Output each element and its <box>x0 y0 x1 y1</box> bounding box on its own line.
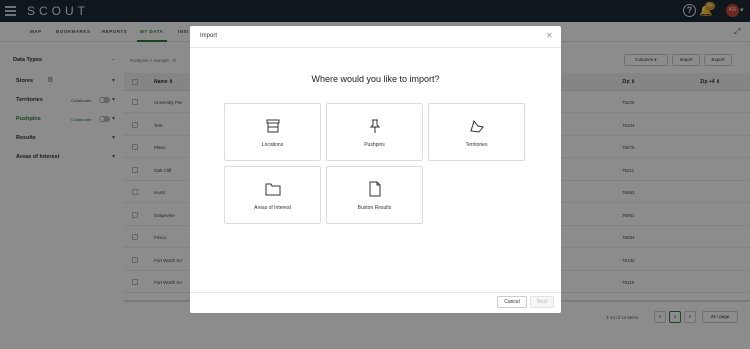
close-icon[interactable]: ✕ <box>546 31 553 40</box>
folder-icon <box>265 183 281 196</box>
modal-title: Import <box>200 33 218 39</box>
import-option-buxton-results[interactable]: Buxton Results <box>326 166 423 224</box>
import-option-areas-of-interest[interactable]: Areas of Interest <box>224 166 321 224</box>
pushpin-icon <box>369 119 381 133</box>
option-label: Pushpins <box>364 142 385 148</box>
option-label: Locations <box>261 142 284 148</box>
import-question: Where would you like to import? <box>311 74 440 84</box>
next-button[interactable]: Next <box>530 296 554 308</box>
import-option-locations[interactable]: Locations <box>224 103 321 161</box>
option-label: Territories <box>465 142 488 148</box>
cancel-button[interactable]: Cancel <box>497 296 527 308</box>
document-icon <box>369 181 381 197</box>
import-option-pushpins[interactable]: Pushpins <box>326 103 423 161</box>
territory-icon <box>470 119 484 133</box>
option-label: Areas of Interest <box>254 205 291 211</box>
store-icon <box>266 119 280 133</box>
import-option-territories[interactable]: Territories <box>428 103 525 161</box>
option-label: Buxton Results <box>357 205 392 211</box>
import-modal: Import ✕ Where would you like to import?… <box>190 26 561 313</box>
modal-header: Import ✕ <box>190 26 561 48</box>
